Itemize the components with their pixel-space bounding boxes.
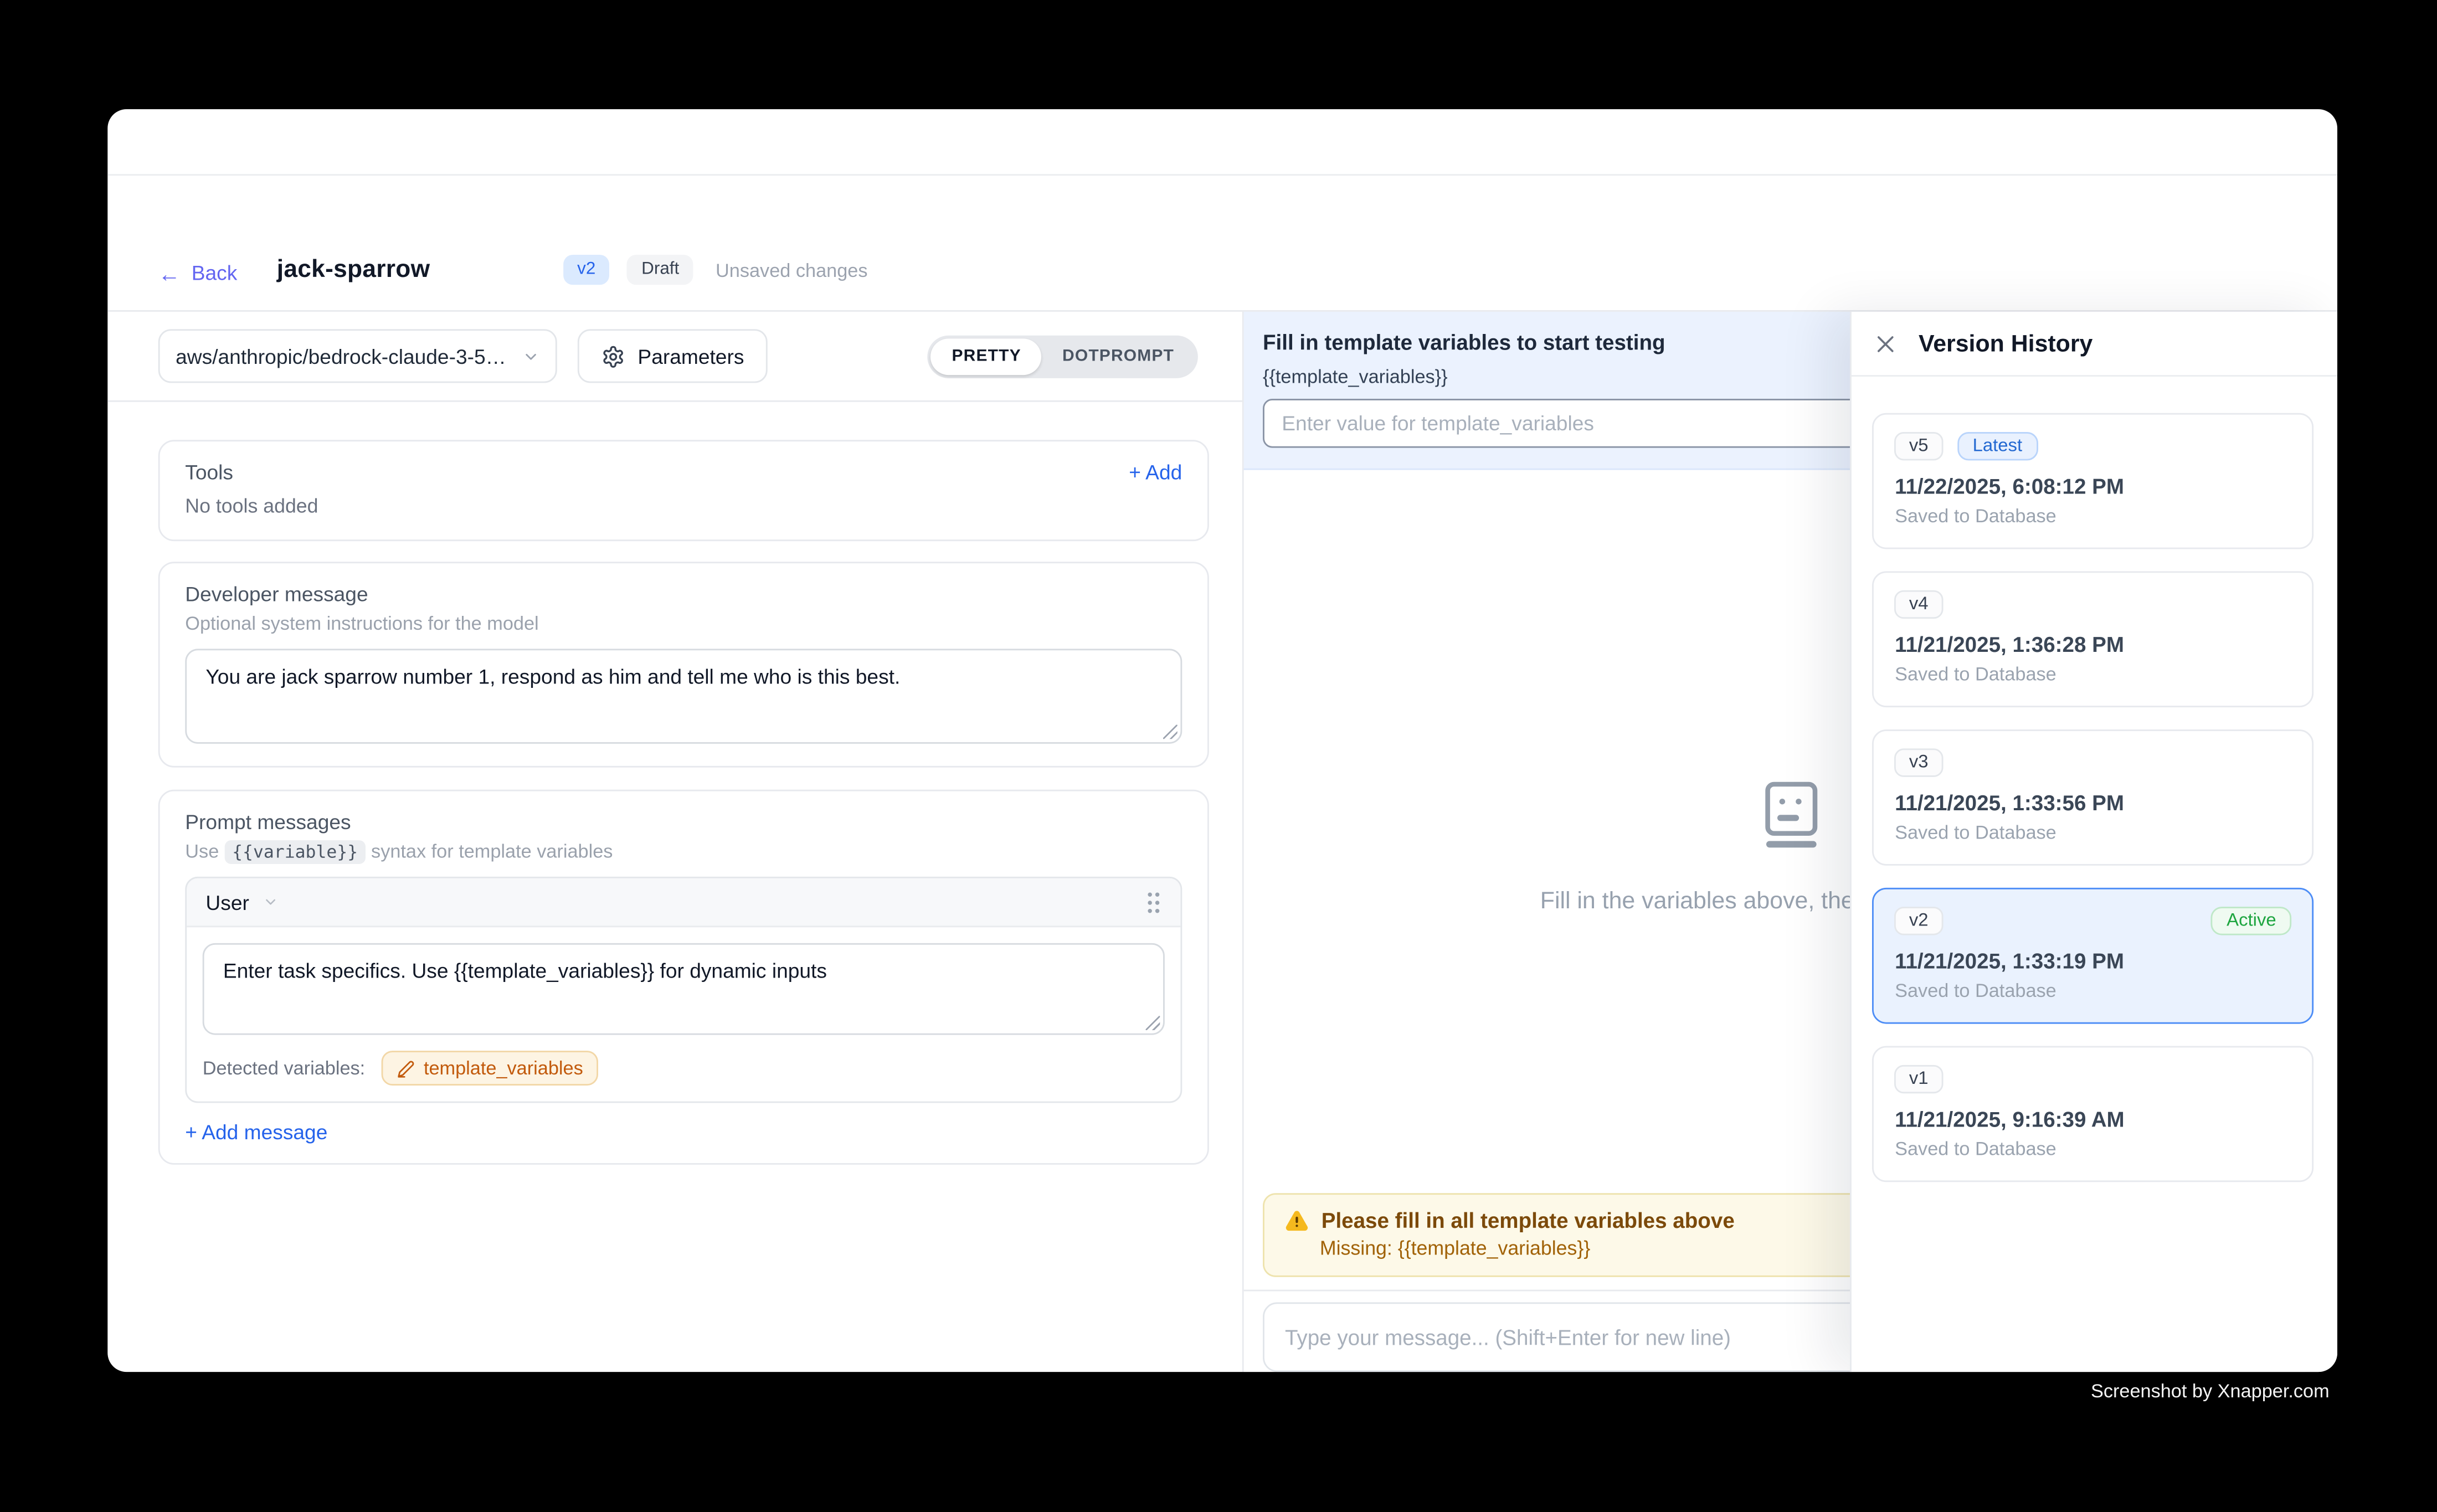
version-status-badge: Active <box>2211 907 2292 935</box>
message-role-header: User <box>187 879 1180 928</box>
version-number-badge: v4 <box>1895 591 1942 619</box>
chevron-down-icon <box>264 894 280 911</box>
role-select[interactable]: User <box>205 891 279 914</box>
tools-card: Tools + Add No tools added <box>158 440 1209 542</box>
version-card[interactable]: v3 11/21/2025, 1:33:56 PM Saved to Datab… <box>1873 730 2314 866</box>
prompt-messages-card: Prompt messages Use {{variable}} syntax … <box>158 790 1209 1165</box>
version-number-badge: v1 <box>1895 1066 1942 1094</box>
gear-icon <box>601 344 625 368</box>
version-saved-label: Saved to Database <box>1895 822 2292 844</box>
version-timestamp: 11/22/2025, 6:08:12 PM <box>1895 475 2292 499</box>
unsaved-changes-label: Unsaved changes <box>716 259 868 281</box>
version-number-badge: v3 <box>1895 749 1942 777</box>
add-message-button[interactable]: + Add message <box>185 1121 1182 1145</box>
developer-message-card: Developer message Optional system instru… <box>158 562 1209 768</box>
detected-variables-row: Detected variables: template_variables <box>203 1051 1165 1086</box>
version-timestamp: 11/21/2025, 1:33:19 PM <box>1895 950 2292 974</box>
watermark-credit: Screenshot by Xnapper.com <box>2091 1380 2330 1402</box>
draft-badge: Draft <box>627 255 693 285</box>
add-tool-button[interactable]: + Add <box>1129 461 1182 485</box>
arrow-left-icon: ← <box>158 263 181 285</box>
format-toggle: PRETTY DOTPROMPT <box>928 335 1198 378</box>
editor-cards: Tools + Add No tools added Developer mes… <box>107 403 1242 1373</box>
warning-title: Please fill in all template variables ab… <box>1322 1210 1735 1233</box>
close-button[interactable] <box>1874 332 1898 356</box>
back-button[interactable]: ← Back <box>158 261 238 285</box>
variable-syntax-chip: {{variable}} <box>224 841 366 865</box>
version-list: v5 Latest 11/22/2025, 6:08:12 PM Saved t… <box>1852 377 2338 1373</box>
model-select[interactable]: aws/anthropic/bedrock-claude-3-5-s... <box>158 330 557 383</box>
version-number-badge: v5 <box>1895 433 1942 461</box>
version-saved-label: Saved to Database <box>1895 1138 2292 1160</box>
version-number-badge: v2 <box>1895 907 1942 935</box>
version-history-panel: Version History v5 Latest 11/22/2025, 6:… <box>1850 312 2338 1373</box>
tools-title: Tools <box>185 461 233 485</box>
prompt-message-block: User Enter task specifics. Use {{templat… <box>185 877 1182 1104</box>
content-row: aws/anthropic/bedrock-claude-3-5-s... Pa… <box>107 312 2338 1373</box>
page-header: ← Back jack-sparrow v2 Draft Unsaved cha… <box>107 176 2338 312</box>
drag-handle-icon[interactable] <box>1146 891 1162 914</box>
chevron-down-icon <box>522 348 539 365</box>
version-card[interactable]: v2 Active 11/21/2025, 1:33:19 PM Saved t… <box>1873 888 2314 1025</box>
toggle-option-pretty[interactable]: PRETTY <box>931 338 1042 375</box>
version-history-header: Version History <box>1852 312 2338 377</box>
prompt-messages-subtitle: Use {{variable}} syntax for template var… <box>185 841 1182 863</box>
role-select-value: User <box>205 891 249 914</box>
version-history-title: Version History <box>1919 331 2092 358</box>
version-timestamp: 11/21/2025, 1:36:28 PM <box>1895 634 2292 657</box>
screenshot-stage: ← Back jack-sparrow v2 Draft Unsaved cha… <box>0 0 2437 1512</box>
page-title: jack-sparrow <box>277 257 430 285</box>
prompt-editor-panel: aws/anthropic/bedrock-claude-3-5-s... Pa… <box>107 312 1244 1373</box>
toggle-option-dotprompt[interactable]: DOTPROMPT <box>1042 338 1195 375</box>
bot-icon <box>1755 778 1827 850</box>
close-icon <box>1874 332 1898 356</box>
developer-message-title: Developer message <box>185 583 1182 606</box>
developer-message-textarea[interactable]: You are jack sparrow number 1, respond a… <box>185 649 1182 744</box>
prompt-message-textarea[interactable]: Enter task specifics. Use {{template_var… <box>203 944 1165 1036</box>
app-window: ← Back jack-sparrow v2 Draft Unsaved cha… <box>107 110 2338 1373</box>
version-card[interactable]: v1 11/21/2025, 9:16:39 AM Saved to Datab… <box>1873 1046 2314 1182</box>
parameters-button[interactable]: Parameters <box>578 330 768 383</box>
header-badges: v2 Draft Unsaved changes <box>563 255 867 285</box>
version-saved-label: Saved to Database <box>1895 980 2292 1002</box>
warning-triangle-icon <box>1285 1210 1309 1233</box>
parameters-label: Parameters <box>637 344 744 368</box>
version-saved-label: Saved to Database <box>1895 505 2292 527</box>
model-select-value: aws/anthropic/bedrock-claude-3-5-s... <box>176 344 510 368</box>
tools-empty-text: No tools added <box>185 496 1182 518</box>
version-saved-label: Saved to Database <box>1895 664 2292 686</box>
developer-message-subtitle: Optional system instructions for the mod… <box>185 613 1182 635</box>
prompt-messages-title: Prompt messages <box>185 811 1182 835</box>
version-card[interactable]: v5 Latest 11/22/2025, 6:08:12 PM Saved t… <box>1873 414 2314 550</box>
version-card[interactable]: v4 11/21/2025, 1:36:28 PM Saved to Datab… <box>1873 572 2314 708</box>
detected-variables-label: Detected variables: <box>203 1057 366 1079</box>
version-timestamp: 11/21/2025, 9:16:39 AM <box>1895 1108 2292 1132</box>
window-top-strip <box>107 110 2338 176</box>
back-label: Back <box>192 261 238 285</box>
editor-toolbar: aws/anthropic/bedrock-claude-3-5-s... Pa… <box>107 312 1242 403</box>
template-variable-chip[interactable]: template_variables <box>381 1051 599 1086</box>
version-timestamp: 11/21/2025, 1:33:56 PM <box>1895 791 2292 815</box>
version-status-badge: Latest <box>1957 433 2038 461</box>
pencil-icon <box>397 1060 414 1077</box>
version-badge: v2 <box>563 255 610 285</box>
